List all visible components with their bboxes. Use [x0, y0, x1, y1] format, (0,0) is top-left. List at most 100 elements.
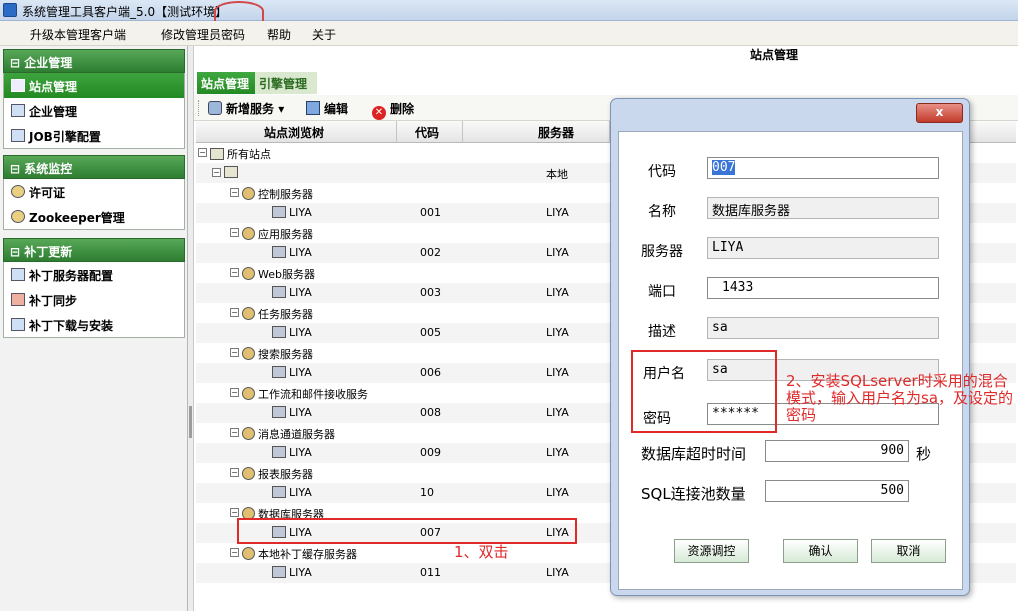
cell-server: LIYA [546, 406, 569, 419]
name-label: 名称 [648, 204, 676, 220]
tree-node: 控制服务器 [242, 186, 313, 202]
gear-icon [242, 187, 255, 200]
tree-node-label: LIYA [289, 246, 312, 259]
tab-engine-management[interactable]: 引擎管理 [255, 72, 317, 94]
sidebar-group-header[interactable]: ⊟ 系统监控 [3, 155, 185, 179]
computer-icon [272, 566, 286, 578]
tree-collapse-toggle[interactable]: − [198, 148, 207, 157]
code-field[interactable]: 007 [707, 157, 939, 179]
gear-icon [11, 210, 25, 223]
computer-icon [272, 206, 286, 218]
sidebar-group-header[interactable]: ⊟ 企业管理 [3, 49, 185, 73]
cell-server: LIYA [546, 366, 569, 379]
cell-code: 002 [420, 246, 441, 259]
menu-upgrade[interactable]: 升级本管理客户端 [30, 26, 126, 43]
cell-code: 011 [420, 566, 441, 579]
computer-icon [272, 366, 286, 378]
tree-node: LIYA [272, 486, 312, 499]
computer-icon [272, 246, 286, 258]
computer-icon [272, 286, 286, 298]
tree-node-label: 任务服务器 [258, 308, 313, 321]
sidebar-group-enterprise: ⊟ 企业管理 站点管理 企业管理 JOB引擎配置 [3, 49, 185, 149]
cell-code: 009 [420, 446, 441, 459]
tree-collapse-toggle[interactable]: − [230, 468, 239, 477]
cell-server: LIYA [546, 206, 569, 219]
port-field[interactable]: 1433 [707, 277, 939, 299]
cell-code: 10 [420, 486, 434, 499]
cancel-button[interactable]: 取消 [871, 539, 946, 563]
sidebar-item-site-management[interactable]: 站点管理 [4, 73, 184, 98]
sidebar-item-patch-sync[interactable]: 补丁同步 [4, 287, 184, 312]
cell-server: LIYA [546, 246, 569, 259]
gear-icon [242, 347, 255, 360]
sidebar-group-header[interactable]: ⊟ 补丁更新 [3, 238, 185, 262]
name-field[interactable]: 数据库服务器 [707, 197, 939, 219]
tree-node: LIYA [272, 246, 312, 259]
delete-button[interactable]: ✕ 删除 [372, 100, 414, 120]
tree-collapse-toggle[interactable]: − [212, 168, 221, 177]
tree-node: LIYA [272, 446, 312, 459]
tree-collapse-toggle[interactable]: − [230, 428, 239, 437]
menu-help[interactable]: 帮助 [267, 26, 291, 43]
tree-collapse-toggle[interactable]: − [230, 188, 239, 197]
tree-node-label: LIYA [289, 406, 312, 419]
enterprise-icon [11, 104, 25, 117]
tree-node-label: 搜索服务器 [258, 348, 313, 361]
cell-code: 001 [420, 206, 441, 219]
gear-icon [242, 387, 255, 400]
sidebar-item-license[interactable]: 许可证 [4, 179, 184, 204]
sidebar-item-enterprise-management[interactable]: 企业管理 [4, 98, 184, 123]
pool-field[interactable]: 500 [765, 480, 909, 502]
tree-collapse-toggle[interactable]: − [230, 228, 239, 237]
menu-about[interactable]: 关于 [312, 26, 336, 43]
confirm-button[interactable]: 确认 [783, 539, 858, 563]
sidebar-item-zookeeper[interactable]: Zookeeper管理 [4, 204, 184, 229]
computer-icon [272, 486, 286, 498]
tree-node: 消息通道服务器 [242, 426, 335, 442]
sidebar-item-patch-download[interactable]: 补丁下载与安装 [4, 312, 184, 337]
menu-change-password[interactable]: 修改管理员密码 [161, 26, 245, 43]
pool-label: SQL连接池数量 [641, 485, 746, 503]
tree-collapse-toggle[interactable]: − [230, 268, 239, 277]
port-label: 端口 [648, 284, 676, 300]
add-service-button[interactable]: 新增服务 ▾ [208, 100, 284, 117]
cell-code: 006 [420, 366, 441, 379]
sidebar-item-patch-server[interactable]: 补丁服务器配置 [4, 262, 184, 287]
tree-collapse-toggle[interactable]: − [230, 348, 239, 357]
gear-icon [11, 185, 25, 198]
server-field[interactable]: LIYA [707, 237, 939, 259]
tree-node: 所有站点 [210, 146, 271, 162]
resource-control-button[interactable]: 资源调控 [674, 539, 749, 563]
tree-collapse-toggle[interactable]: − [230, 388, 239, 397]
annotation-step2: 2、安装SQLserver时采用的混合模式，输入用户名为sa，及设定的密码 [786, 372, 1014, 424]
grid-icon [224, 166, 238, 178]
tree-node: 搜索服务器 [242, 346, 313, 362]
timeout-label: 数据库超时时间 [641, 445, 747, 463]
tree-collapse-toggle[interactable]: − [230, 548, 239, 557]
delete-icon: ✕ [372, 106, 386, 120]
tree-node-label: 控制服务器 [258, 188, 313, 201]
tree-node-label: LIYA [289, 446, 312, 459]
col-header-code[interactable]: 代码 [415, 124, 439, 141]
tree-collapse-toggle[interactable]: − [230, 508, 239, 517]
gear-icon [242, 227, 255, 240]
tree-node-label: LIYA [289, 486, 312, 499]
tree-node: LIYA [272, 326, 312, 339]
site-icon [11, 79, 25, 92]
tree-node: LIYA [272, 406, 312, 419]
col-header-tree[interactable]: 站点浏览树 [264, 124, 324, 141]
desc-field[interactable]: sa [707, 317, 939, 339]
sidebar-item-job-engine[interactable]: JOB引擎配置 [4, 123, 184, 148]
cell-code: 003 [420, 286, 441, 299]
menu-bar: 升级本管理客户端 修改管理员密码 帮助 关于 [0, 21, 1018, 46]
cell-code: 008 [420, 406, 441, 419]
timeout-field[interactable]: 900 [765, 440, 909, 462]
col-header-server[interactable]: 服务器 [538, 124, 574, 141]
edit-button[interactable]: 编辑 [306, 100, 348, 117]
cell-server: LIYA [546, 486, 569, 499]
tab-site-management[interactable]: 站点管理 [197, 72, 255, 94]
close-button[interactable]: x [916, 103, 963, 123]
splitter-grip[interactable] [189, 406, 192, 438]
server-label: 服务器 [641, 244, 683, 260]
tree-collapse-toggle[interactable]: − [230, 308, 239, 317]
